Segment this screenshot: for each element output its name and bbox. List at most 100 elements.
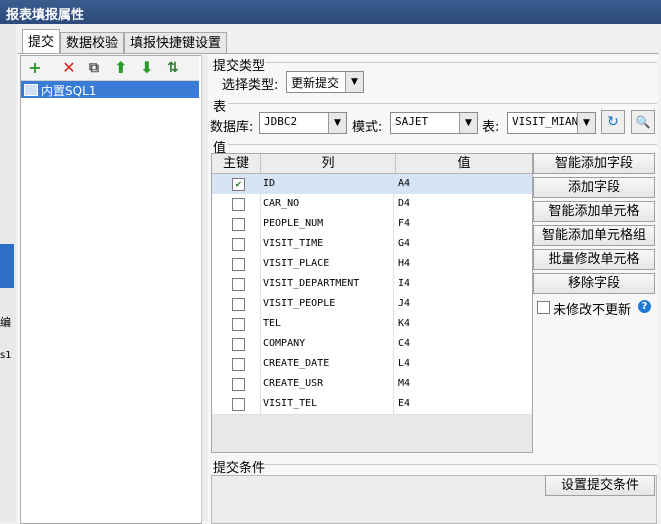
add-icon[interactable]: + xyxy=(25,58,45,78)
key-cell xyxy=(212,274,261,294)
submit-type-label: 选择类型: xyxy=(222,78,279,93)
column-header-column[interactable]: 列 xyxy=(261,154,396,174)
column-cell[interactable]: VISIT_PEOPLE xyxy=(261,294,394,314)
value-cell[interactable]: L4 xyxy=(396,354,530,374)
chevron-down-icon[interactable]: ▼ xyxy=(577,113,595,133)
table-row[interactable]: VISIT_PLACE H4 xyxy=(212,254,532,275)
column-cell[interactable]: ID xyxy=(261,174,394,194)
tab-submit[interactable]: 提交 xyxy=(22,29,61,55)
copy-icon[interactable]: ⧉ xyxy=(84,58,104,78)
table-row[interactable]: TEL K4 xyxy=(212,314,532,335)
key-cell xyxy=(212,374,261,394)
key-checkbox[interactable] xyxy=(232,218,245,231)
key-checkbox[interactable] xyxy=(232,258,245,271)
key-checkbox[interactable] xyxy=(232,338,245,351)
list-item[interactable]: 内置SQL1 xyxy=(21,81,199,98)
key-checkbox[interactable] xyxy=(232,238,245,251)
field-table: 主键 列 值 ✔ ID A4 CAR_NO D4 PEOPLE_NUM F4 VISIT_TI… xyxy=(211,153,533,453)
sort-icon[interactable]: ⇅ xyxy=(163,58,183,78)
key-cell xyxy=(212,334,261,354)
schema-select[interactable]: SAJET ▼ xyxy=(390,112,478,134)
table-row[interactable]: VISIT_DEPARTMENT I4 xyxy=(212,274,532,295)
table-row[interactable]: CREATE_DATE L4 xyxy=(212,354,532,375)
unchanged-checkbox[interactable] xyxy=(537,301,550,314)
chevron-down-icon[interactable]: ▼ xyxy=(345,72,363,92)
table-row[interactable]: ✔ ID A4 xyxy=(212,174,532,195)
value-cell[interactable]: K4 xyxy=(396,314,530,334)
tab-shortcut-settings[interactable]: 填报快捷键设置 xyxy=(124,32,228,55)
table-row[interactable]: CREATE_USR M4 xyxy=(212,374,532,395)
key-checkbox[interactable] xyxy=(232,358,245,371)
tab-data-validation[interactable]: 数据校验 xyxy=(60,32,125,55)
remove-field-button[interactable]: 移除字段 xyxy=(533,273,655,294)
key-checkbox[interactable]: ✔ xyxy=(232,178,245,191)
value-cell[interactable]: A4 xyxy=(396,174,530,194)
column-header-key[interactable]: 主键 xyxy=(212,154,261,174)
key-cell xyxy=(212,234,261,254)
table-row[interactable]: CAR_NO D4 xyxy=(212,194,532,215)
batch-modify-cell-button[interactable]: 批量修改单元格 xyxy=(533,249,655,270)
divider xyxy=(265,62,657,63)
key-cell xyxy=(212,194,261,214)
delete-icon[interactable]: ✕ xyxy=(59,58,79,78)
smart-add-field-button[interactable]: 智能添加字段 xyxy=(533,153,655,174)
table-row[interactable]: VISIT_PEOPLE J4 xyxy=(212,294,532,315)
key-checkbox[interactable] xyxy=(232,318,245,331)
set-condition-button[interactable]: 设置提交条件 xyxy=(545,475,655,496)
submit-type-select[interactable]: 更新提交 ▼ xyxy=(286,71,364,93)
column-cell[interactable]: CREATE_DATE xyxy=(261,354,394,374)
key-cell xyxy=(212,214,261,234)
value-cell[interactable]: G4 xyxy=(396,234,530,254)
database-label: 数据库: xyxy=(210,120,254,135)
preview-icon[interactable]: 🔍 xyxy=(631,110,655,134)
chevron-down-icon[interactable]: ▼ xyxy=(328,113,346,133)
background-text: s1 xyxy=(0,350,12,361)
table-row[interactable]: PEOPLE_NUM F4 xyxy=(212,214,532,235)
column-cell[interactable]: VISIT_TEL xyxy=(261,394,394,414)
add-field-button[interactable]: 添加字段 xyxy=(533,177,655,198)
key-cell xyxy=(212,394,261,414)
key-cell xyxy=(212,254,261,274)
chevron-down-icon[interactable]: ▼ xyxy=(459,113,477,133)
column-cell[interactable]: PEOPLE_NUM xyxy=(261,214,394,234)
key-checkbox[interactable] xyxy=(232,298,245,311)
column-cell[interactable]: COMPANY xyxy=(261,334,394,354)
value-cell[interactable]: M4 xyxy=(396,374,530,394)
move-up-icon[interactable]: ⬆ xyxy=(111,58,131,78)
column-cell[interactable]: TEL xyxy=(261,314,394,334)
refresh-icon[interactable]: ↻ xyxy=(601,110,625,134)
schema-label: 模式: xyxy=(352,120,383,135)
value-cell[interactable]: D4 xyxy=(396,194,530,214)
value-cell[interactable]: C4 xyxy=(396,334,530,354)
table-group-label: 表 xyxy=(213,100,227,115)
value-cell[interactable]: I4 xyxy=(396,274,530,294)
move-down-icon[interactable]: ⬇ xyxy=(137,58,157,78)
key-checkbox[interactable] xyxy=(232,398,245,411)
pane-splitter[interactable] xyxy=(201,55,208,522)
column-header-value[interactable]: 值 xyxy=(396,154,532,174)
database-value: JDBC2 xyxy=(264,115,298,128)
smart-add-cell-group-button[interactable]: 智能添加单元格组 xyxy=(533,225,655,246)
value-cell[interactable]: H4 xyxy=(396,254,530,274)
value-cell[interactable]: E4 xyxy=(396,394,530,414)
key-checkbox[interactable] xyxy=(232,378,245,391)
schema-value: SAJET xyxy=(395,115,429,128)
value-cell[interactable]: F4 xyxy=(396,214,530,234)
table-row[interactable]: VISIT_TEL E4 xyxy=(212,394,532,415)
key-checkbox[interactable] xyxy=(232,278,245,291)
column-cell[interactable]: CREATE_USR xyxy=(261,374,394,394)
column-cell[interactable]: VISIT_DEPARTMENT xyxy=(261,274,394,294)
window-title-bar[interactable]: 报表填报属性 xyxy=(0,0,661,24)
table-select[interactable]: VISIT_MIAN ▼ xyxy=(507,112,596,134)
column-cell[interactable]: VISIT_TIME xyxy=(261,234,394,254)
table-row[interactable]: VISIT_TIME G4 xyxy=(212,234,532,255)
submit-type-value: 更新提交 xyxy=(291,76,340,90)
key-checkbox[interactable] xyxy=(232,198,245,211)
table-row[interactable]: COMPANY C4 xyxy=(212,334,532,355)
column-cell[interactable]: CAR_NO xyxy=(261,194,394,214)
value-cell[interactable]: J4 xyxy=(396,294,530,314)
help-icon[interactable]: ? xyxy=(638,300,651,313)
column-cell[interactable]: VISIT_PLACE xyxy=(261,254,394,274)
database-select[interactable]: JDBC2 ▼ xyxy=(259,112,347,134)
smart-add-cell-button[interactable]: 智能添加单元格 xyxy=(533,201,655,222)
